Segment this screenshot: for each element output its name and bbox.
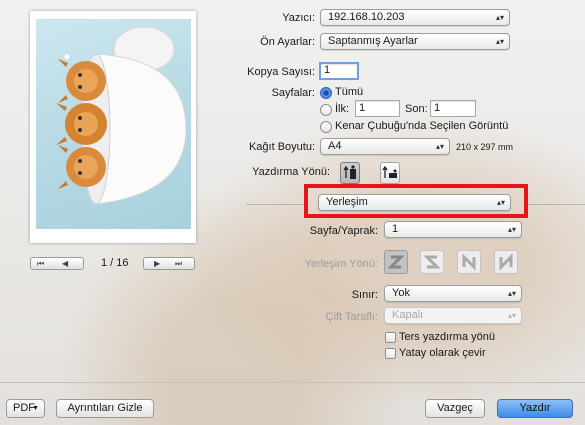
reverse-orientation-label[interactable]: Ters yazdırma yönü: [399, 331, 495, 343]
layout-direction-z-button[interactable]: [384, 250, 408, 274]
section-popup[interactable]: Yerleşim ▴▾: [318, 194, 511, 211]
kittens-in-teacup-image: [56, 26, 187, 205]
preview-image: [36, 19, 191, 229]
pages-per-sheet-popup[interactable]: 1 ▴▾: [384, 221, 522, 238]
updown-arrows-icon: ▴▾: [496, 198, 505, 207]
reverse-z-direction-icon: [423, 255, 441, 269]
printer-popup[interactable]: 192.168.10.203 ▴▾: [320, 9, 510, 26]
print-preview-page: [30, 11, 196, 243]
pages-all-radio[interactable]: [320, 87, 332, 99]
reverse-orientation-checkbox[interactable]: [385, 332, 396, 343]
n-direction-icon: [462, 253, 476, 271]
pages-to-label: Son:: [405, 103, 428, 115]
paper-dimensions: 210 x 297 mm: [456, 142, 514, 152]
pages-range-radio[interactable]: [320, 104, 332, 116]
layout-direction-n-button[interactable]: [457, 250, 481, 274]
cancel-button[interactable]: Vazgeç: [425, 399, 485, 418]
print-button[interactable]: Yazdır: [497, 399, 573, 418]
layout-direction-s-button[interactable]: [420, 250, 444, 274]
portrait-icon: [343, 165, 356, 179]
pdf-menu-button[interactable]: PDF ▼: [6, 399, 45, 418]
next-last-page-buttons[interactable]: ▶ ⏭: [143, 257, 195, 270]
pages-per-sheet-label: Sayfa/Yaprak:: [309, 225, 378, 237]
first-prev-page-buttons[interactable]: ⏮ ◀: [30, 257, 84, 270]
border-popup[interactable]: Yok ▴▾: [384, 285, 522, 302]
last-page-icon[interactable]: ⏭: [175, 258, 182, 269]
pages-selection-label[interactable]: Kenar Çubuğu'nda Seçilen Görüntü: [335, 120, 508, 132]
portrait-orientation-button[interactable]: [340, 162, 360, 184]
layout-direction-reverse-n-button[interactable]: [494, 250, 518, 274]
border-value: Yok: [392, 287, 410, 299]
updown-arrows-icon: ▴▾: [495, 13, 504, 22]
preview-page-indicator: 1 / 16: [101, 257, 129, 269]
dropdown-arrow-icon: ▼: [32, 405, 39, 412]
orientation-label: Yazdırma Yönü:: [252, 166, 330, 178]
section-separator-left: [246, 204, 306, 205]
two-sided-label: Çift Taraflı:: [325, 311, 378, 323]
two-sided-value: Kapalı: [392, 309, 424, 321]
two-sided-popup[interactable]: Kapalı ▴▾: [384, 307, 522, 324]
presets-label: Ön Ayarlar:: [260, 36, 315, 48]
previous-page-icon[interactable]: ◀: [62, 258, 68, 269]
paper-size-value: A4: [328, 140, 342, 152]
pages-per-sheet-value: 1: [392, 223, 399, 235]
footer-separator: [0, 382, 585, 383]
layout-direction-label: Yerleşim Yönü:: [304, 258, 378, 270]
flip-horizontally-label[interactable]: Yatay olarak çevir: [399, 347, 486, 359]
printer-label: Yazıcı:: [282, 12, 315, 24]
pages-label: Sayfalar:: [271, 87, 315, 99]
paper-size-label: Kağıt Boyutu:: [248, 141, 315, 153]
pages-to-input[interactable]: 1: [430, 100, 476, 117]
updown-arrows-icon: ▴▾: [507, 225, 516, 234]
copies-input[interactable]: 1: [319, 62, 359, 80]
pages-all-label[interactable]: Tümü: [335, 86, 363, 98]
section-popup-value: Yerleşim: [326, 196, 368, 208]
pages-selection-radio[interactable]: [320, 121, 332, 133]
landscape-orientation-button[interactable]: [380, 162, 400, 184]
pages-from-input[interactable]: 1: [355, 100, 400, 117]
z-direction-icon: [387, 255, 405, 269]
copies-label: Kopya Sayısı:: [247, 66, 315, 78]
hide-details-button[interactable]: Ayrıntıları Gizle: [56, 399, 154, 418]
landscape-icon: [382, 165, 397, 178]
flip-horizontally-checkbox[interactable]: [385, 348, 396, 359]
updown-arrows-icon: ▴▾: [507, 289, 516, 298]
pages-from-label: İlk:: [335, 103, 350, 115]
updown-arrows-icon: ▴▾: [507, 311, 516, 320]
next-page-icon[interactable]: ▶: [154, 258, 160, 269]
updown-arrows-icon: ▴▾: [435, 142, 444, 151]
first-page-icon[interactable]: ⏮: [37, 258, 44, 269]
printer-value: 192.168.10.203: [328, 11, 405, 23]
border-label: Sınır:: [351, 289, 378, 301]
updown-arrows-icon: ▴▾: [495, 37, 504, 46]
presets-popup[interactable]: Saptanmış Ayarlar ▴▾: [320, 33, 510, 50]
paper-size-popup[interactable]: A4 ▴▾: [320, 138, 450, 155]
reverse-n-direction-icon: [499, 253, 513, 271]
section-separator-right: [525, 204, 585, 205]
presets-value: Saptanmış Ayarlar: [328, 35, 418, 47]
